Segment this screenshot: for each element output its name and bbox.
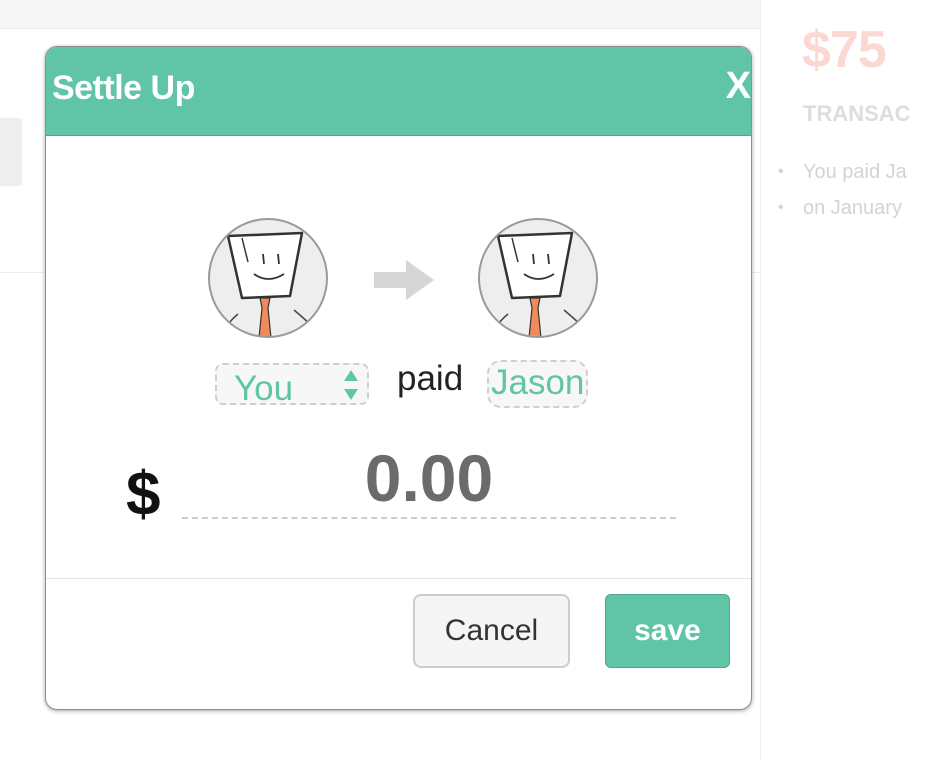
modal-title: Settle Up <box>52 69 195 107</box>
footer-divider <box>46 578 751 579</box>
paid-label: paid <box>397 359 464 398</box>
settle-up-modal: Settle Up X You paid Jason $ 0.00 Cancel… <box>45 46 752 710</box>
balance-amount: $75 <box>802 21 887 79</box>
close-button[interactable]: X <box>726 67 751 105</box>
arrow-right-icon <box>374 260 434 300</box>
background-button[interactable] <box>0 118 22 186</box>
amount-input[interactable] <box>182 439 676 519</box>
save-button[interactable]: save <box>605 594 730 668</box>
avatar-icon <box>208 218 328 338</box>
right-panel-divider <box>760 0 761 760</box>
currency-symbol: $ <box>126 460 161 529</box>
transaction-list: You paid Ja on January <box>778 154 926 226</box>
list-item: You paid Ja <box>778 154 926 190</box>
top-bar <box>0 0 760 29</box>
avatar-icon <box>478 218 598 338</box>
cancel-button[interactable]: Cancel <box>413 594 570 668</box>
list-item: on January <box>778 190 926 226</box>
payer-select[interactable]: You <box>215 363 369 408</box>
transactions-heading: TRANSAC <box>803 101 911 126</box>
select-arrows-icon <box>344 370 358 400</box>
recipient-select[interactable]: Jason <box>487 360 589 408</box>
modal-header: Settle Up X <box>46 47 751 136</box>
payer-value: You <box>234 369 294 408</box>
